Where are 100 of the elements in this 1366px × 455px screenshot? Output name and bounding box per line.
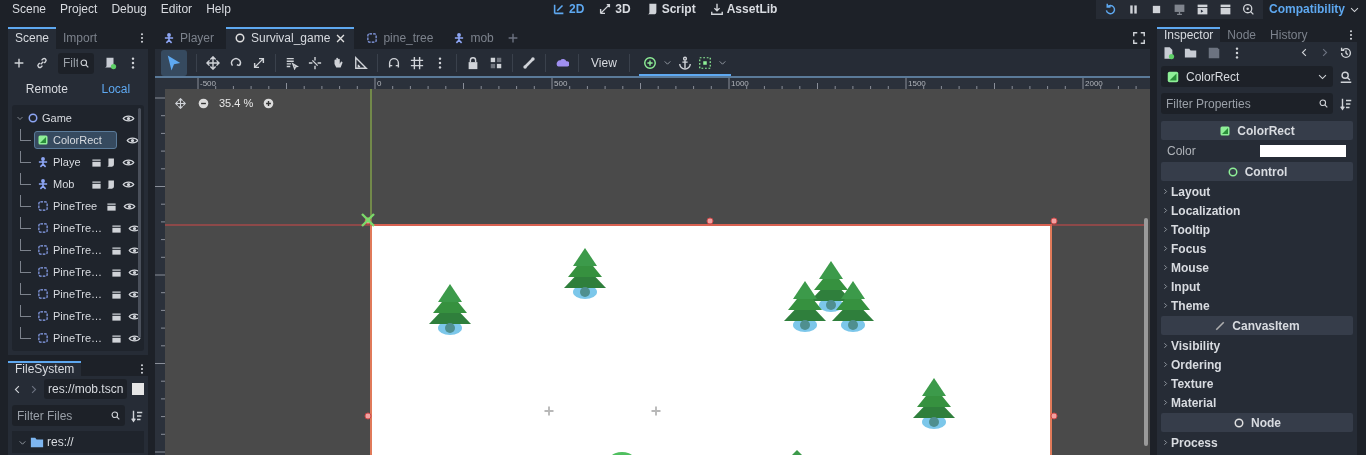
workspace-button[interactable]: AssetLib: [709, 2, 778, 16]
ruler-icon[interactable]: [354, 55, 368, 70]
script-icon[interactable]: [103, 56, 117, 70]
editor-tab[interactable]: Player: [155, 27, 222, 49]
property-group[interactable]: Ordering: [1161, 355, 1353, 374]
color-swatch[interactable]: [1260, 145, 1346, 157]
dock-tab[interactable]: FileSystem: [8, 361, 82, 376]
view-menu[interactable]: View: [588, 55, 620, 70]
game-area[interactable]: [370, 224, 1052, 455]
pine-tree-drawing[interactable]: [564, 248, 606, 299]
link-icon[interactable]: [35, 56, 49, 70]
fullscreen-icon[interactable]: [1132, 31, 1146, 45]
workspace-button[interactable]: 3D: [598, 2, 631, 16]
tree-node[interactable]: PineTre…: [34, 219, 106, 237]
clapper-icon[interactable]: [111, 222, 123, 234]
scrollbar[interactable]: [1144, 218, 1148, 446]
menu-item[interactable]: Help: [206, 2, 231, 16]
tree-node[interactable]: PineTre…: [34, 329, 106, 347]
script-icon[interactable]: [105, 156, 116, 168]
pine-tree-drawing[interactable]: [429, 284, 471, 335]
bone-icon[interactable]: [522, 55, 536, 70]
tree-node[interactable]: PineTree: [34, 197, 101, 215]
reload-icon[interactable]: [1104, 2, 1117, 16]
zoom-in-icon[interactable]: [263, 97, 275, 109]
property-group[interactable]: Mouse: [1161, 258, 1353, 277]
renderer-dropdown[interactable]: Compatibility: [1269, 2, 1360, 16]
pine-tree-drawing[interactable]: [832, 281, 874, 332]
property-group[interactable]: Theme: [1161, 296, 1353, 315]
clapper-icon[interactable]: [111, 244, 123, 256]
caret-icon[interactable]: [717, 58, 727, 67]
property-group[interactable]: Layout: [1161, 182, 1353, 201]
resize-handle[interactable]: [1050, 217, 1058, 225]
grid-icon[interactable]: [410, 55, 424, 70]
property-group[interactable]: Tooltip: [1161, 220, 1353, 239]
editor-tab[interactable]: pine_tree: [358, 27, 442, 49]
canvas-viewport[interactable]: -500 0 500 1000 1500 2000 35.4 %: [155, 76, 1150, 455]
property-group[interactable]: Visibility: [1161, 336, 1353, 355]
zoom-out-icon[interactable]: [198, 97, 209, 109]
layout-icon[interactable]: [697, 55, 712, 70]
property-group[interactable]: Process: [1161, 433, 1353, 452]
scrollbar[interactable]: [138, 108, 141, 338]
menu-item[interactable]: Editor: [160, 2, 193, 16]
path-field[interactable]: res://mob.tscn: [44, 379, 128, 399]
resize-handle[interactable]: [364, 412, 372, 420]
anchor-icon[interactable]: [677, 55, 692, 70]
clapper-icon[interactable]: [91, 178, 102, 190]
tree-node[interactable]: PineTre…: [34, 263, 106, 281]
tree-node[interactable]: PineTre…: [34, 241, 106, 259]
save-icon[interactable]: [1207, 45, 1221, 60]
caret-icon[interactable]: [662, 58, 672, 67]
pivot-icon[interactable]: [308, 55, 322, 70]
selected-node[interactable]: ColorRect: [34, 131, 117, 149]
menu-item[interactable]: Scene: [12, 2, 47, 16]
dock-tab[interactable]: Inspector: [1157, 27, 1221, 42]
center-view-icon[interactable]: [175, 97, 186, 109]
move-icon[interactable]: [206, 55, 220, 70]
cursor-icon[interactable]: [161, 49, 187, 76]
close-icon[interactable]: [335, 32, 347, 44]
search-icon[interactable]: [1242, 2, 1255, 16]
workspace-button[interactable]: 2D: [552, 2, 585, 16]
pivot-icon[interactable]: [360, 212, 376, 228]
list-select-icon[interactable]: [285, 55, 299, 70]
sort-icon[interactable]: [1339, 96, 1353, 111]
folder-name[interactable]: res://: [47, 435, 74, 449]
node-name[interactable]: Game: [42, 112, 72, 124]
sort-icon[interactable]: [130, 408, 144, 423]
scale-icon[interactable]: [252, 55, 266, 70]
mode-button[interactable]: Local: [101, 82, 131, 96]
mode-button[interactable]: Remote: [25, 82, 68, 96]
pine-tree-drawing[interactable]: [784, 281, 826, 332]
monitor-icon[interactable]: [1173, 2, 1186, 16]
group-icon[interactable]: [489, 55, 503, 70]
workspace-button[interactable]: Script: [644, 2, 696, 16]
property-group[interactable]: Input: [1161, 277, 1353, 296]
menu-item[interactable]: Debug: [111, 2, 147, 16]
clapper-icon[interactable]: [111, 310, 123, 322]
object-selector[interactable]: ColorRect: [1161, 66, 1333, 87]
docs-icon[interactable]: [1339, 69, 1353, 84]
add-icon[interactable]: [12, 56, 26, 70]
property-group[interactable]: Material: [1161, 393, 1353, 412]
toggle-icon[interactable]: [132, 383, 145, 395]
editor-tab[interactable]: mob: [445, 27, 502, 49]
snap-icon[interactable]: [387, 55, 401, 70]
zoom-level[interactable]: 35.4 %: [219, 97, 254, 109]
resize-handle[interactable]: [706, 217, 714, 225]
dock-tab[interactable]: Import: [56, 27, 105, 49]
property-group[interactable]: Texture: [1161, 374, 1353, 393]
tree-node[interactable]: Mob: [34, 175, 78, 193]
lock-icon[interactable]: [466, 55, 480, 70]
editor-tab[interactable]: Survival_game: [226, 27, 355, 49]
tree-node[interactable]: PineTre…: [34, 285, 106, 303]
filter-field[interactable]: Filter Files: [12, 405, 125, 426]
clapper-icon[interactable]: [106, 200, 118, 212]
tree-node[interactable]: PineTre…: [34, 307, 106, 325]
add-icon[interactable]: [642, 55, 657, 70]
property-group[interactable]: Localization: [1161, 201, 1353, 220]
pine-tree-drawing[interactable]: [913, 378, 955, 429]
property-group[interactable]: Focus: [1161, 239, 1353, 258]
dock-tab[interactable]: Scene: [8, 27, 57, 49]
dock-tab[interactable]: History: [1263, 27, 1315, 42]
